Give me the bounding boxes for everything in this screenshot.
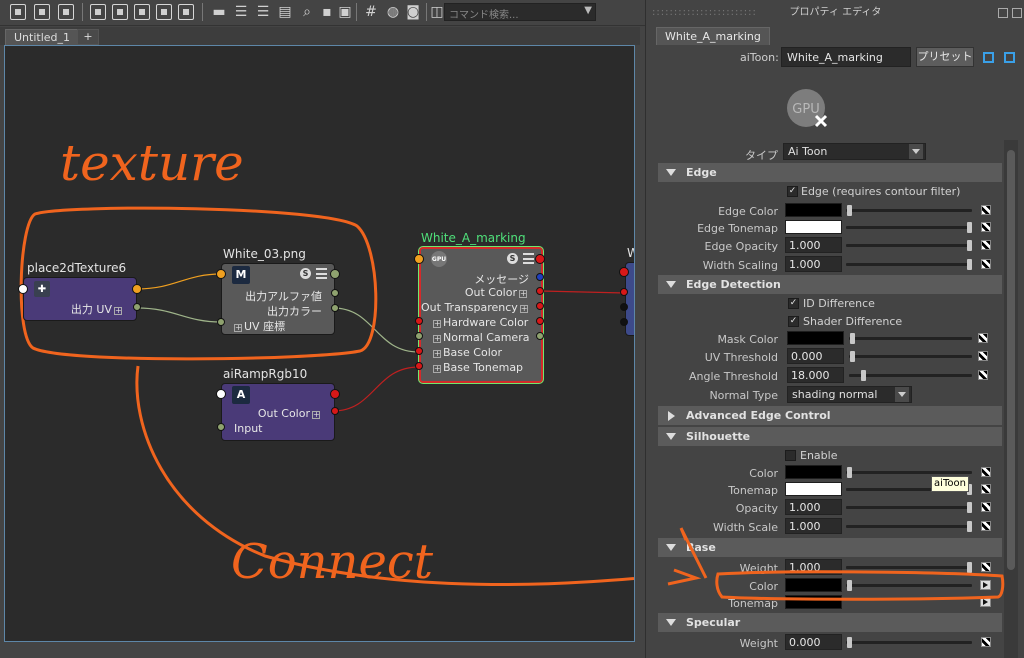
graph-output-icon[interactable] bbox=[58, 4, 74, 20]
port-white03-uv[interactable] bbox=[217, 318, 225, 326]
camera-icon[interactable]: ◙ bbox=[404, 3, 422, 21]
port-place2d-message[interactable] bbox=[18, 284, 28, 294]
layout-icon[interactable] bbox=[112, 4, 128, 20]
port-toon-in-message[interactable] bbox=[414, 254, 424, 264]
port-white03-out-color[interactable] bbox=[331, 304, 339, 312]
port-label-ramp-out-color: Out Color + bbox=[257, 407, 320, 420]
property-editor: :::::::::::::::::::::::: プロパティ エディタ Whit… bbox=[645, 0, 1024, 658]
tooltip: aiToon bbox=[931, 476, 969, 492]
node-editor-canvas[interactable]: texture Connect place2dTexture6 ✚ 出力 UV +… bbox=[4, 45, 635, 642]
place2d-icon: ✚ bbox=[34, 281, 50, 297]
port-place2d-out-uv[interactable] bbox=[133, 303, 141, 311]
port-toon-out[interactable] bbox=[535, 254, 545, 264]
pin-icon[interactable] bbox=[178, 4, 194, 20]
port-label-out-color: 出力カラー bbox=[267, 305, 322, 318]
port-label-out-uv: 出力 UV + bbox=[70, 303, 122, 316]
port-sg-volume[interactable] bbox=[620, 303, 628, 311]
connection-ramp-tonemap bbox=[332, 366, 420, 412]
port-label-hardware-color: + Hardware Color bbox=[433, 316, 529, 329]
toolbar-separator bbox=[82, 3, 83, 21]
node-title-white03: White_03.png bbox=[223, 247, 306, 261]
node-menu-icon[interactable] bbox=[316, 268, 327, 279]
toolbar-separator bbox=[426, 3, 427, 21]
grid-icon[interactable]: # bbox=[362, 3, 380, 21]
annotation-arrow-head bbox=[667, 568, 702, 586]
toolbar: ▬ ☰ ☰ ▤ ⌕ ▪ ▣ # ◍ ◙ ◫ コマンド検索... ▼ bbox=[0, 0, 645, 26]
port-white03-out-alpha[interactable] bbox=[331, 289, 339, 297]
port-ramp-out-color[interactable] bbox=[331, 407, 339, 415]
swatch-icon[interactable]: ▪ bbox=[318, 3, 336, 21]
node-menu-icon[interactable] bbox=[523, 253, 534, 264]
swatch-toggle-icon[interactable]: S bbox=[300, 268, 311, 279]
connection-uv-coord bbox=[136, 307, 222, 323]
node-title-ramp: aiRampRgb10 bbox=[223, 367, 308, 381]
node-aitoon[interactable]: GPU S メッセージ Out Color + Out Transparency +… bbox=[419, 247, 543, 383]
port-toon-message[interactable] bbox=[536, 273, 544, 281]
port-label-ramp-input: Input bbox=[234, 422, 263, 435]
search-icon[interactable]: ⌕ bbox=[298, 3, 316, 21]
port-label-uv-coord: + UV 座標 bbox=[234, 320, 286, 333]
editor-tabbar: Untitled_1 + bbox=[0, 27, 640, 45]
texture-icon: M bbox=[232, 266, 250, 284]
node-ramp[interactable]: A Out Color + Input bbox=[221, 383, 335, 441]
port-ramp-out[interactable] bbox=[330, 389, 340, 399]
port-label-base-tonemap: + Base Tonemap bbox=[433, 361, 524, 374]
connected-mode-icon[interactable]: ☰ bbox=[232, 3, 250, 21]
full-mode-icon[interactable]: ☰ bbox=[254, 3, 272, 21]
port-ramp-input[interactable] bbox=[217, 423, 225, 431]
node-title-toon: White_A_marking bbox=[421, 231, 526, 245]
port-toon-hardware-color[interactable] bbox=[415, 317, 423, 325]
command-search-input[interactable]: コマンド検索... ▼ bbox=[444, 3, 596, 21]
port-toon-base-color[interactable] bbox=[415, 347, 423, 355]
ramp-icon: A bbox=[232, 386, 250, 404]
port-toon-out-color[interactable] bbox=[536, 287, 544, 295]
add-tab-button[interactable]: + bbox=[77, 29, 99, 45]
swatch-toggle-icon[interactable]: S bbox=[507, 253, 518, 264]
maya-window: ▬ ☰ ☰ ▤ ⌕ ▪ ▣ # ◍ ◙ ◫ コマンド検索... ▼ Untitl… bbox=[0, 0, 1024, 658]
simple-mode-icon[interactable]: ▬ bbox=[210, 3, 228, 21]
port-sg-displacement[interactable] bbox=[620, 318, 628, 326]
port-place2d-out-uv-alpha[interactable] bbox=[132, 284, 142, 294]
port-toon-out-transparency[interactable] bbox=[536, 302, 544, 310]
frame-all-icon[interactable] bbox=[90, 4, 106, 20]
node-file-texture[interactable]: M S 出力アルファ値 出力カラー + UV 座標 bbox=[221, 263, 335, 335]
image-icon[interactable]: ▣ bbox=[336, 3, 354, 21]
port-sg-surface[interactable] bbox=[620, 288, 628, 296]
custom-mode-icon[interactable]: ▤ bbox=[276, 3, 294, 21]
add-selected-icon[interactable] bbox=[134, 4, 150, 20]
port-toon-hardware-out[interactable] bbox=[536, 317, 544, 325]
annotation-texture: texture bbox=[60, 134, 244, 192]
tab-untitled[interactable]: Untitled_1 bbox=[5, 29, 80, 45]
graph-both-icon[interactable] bbox=[34, 4, 50, 20]
port-label-normal-camera: + Normal Camera bbox=[433, 331, 530, 344]
port-white03-message-out[interactable] bbox=[330, 269, 340, 279]
port-toon-normal-camera[interactable] bbox=[415, 332, 423, 340]
node-place2dtexture[interactable]: ✚ 出力 UV + bbox=[23, 277, 137, 321]
port-label-base-color: + Base Color bbox=[433, 346, 503, 359]
port-label-out-transparency: Out Transparency + bbox=[421, 301, 528, 314]
connection-outcolor bbox=[540, 290, 626, 294]
search-placeholder: コマンド検索... bbox=[449, 10, 519, 21]
port-white03-in-message[interactable] bbox=[216, 269, 226, 279]
toolbar-separator bbox=[356, 3, 357, 21]
port-toon-normal-out[interactable] bbox=[536, 332, 544, 340]
port-toon-base-tonemap[interactable] bbox=[415, 362, 423, 370]
annotation-connect: Connect bbox=[231, 534, 434, 590]
port-ramp-message[interactable] bbox=[216, 389, 226, 399]
port-label-out-alpha: 出力アルファ値 bbox=[245, 290, 322, 303]
snap-icon[interactable]: ◍ bbox=[384, 3, 402, 21]
port-sg-in[interactable] bbox=[619, 267, 629, 277]
chevron-down-icon[interactable]: ▼ bbox=[584, 5, 592, 16]
gpu-x-icon: GPU bbox=[431, 251, 447, 267]
port-label-message: メッセージ bbox=[474, 273, 529, 286]
remove-selected-icon[interactable] bbox=[156, 4, 172, 20]
node-title-partial: W bbox=[627, 246, 634, 260]
toolbar-separator bbox=[202, 3, 203, 21]
annotation-box-base-color bbox=[715, 570, 1005, 601]
node-title-place2d: place2dTexture6 bbox=[27, 261, 127, 275]
port-label-toon-out-color: Out Color + bbox=[464, 286, 527, 299]
connection-uv-alpha bbox=[136, 273, 222, 290]
graph-input-icon[interactable] bbox=[10, 4, 26, 20]
annotation-overlay bbox=[667, 527, 1005, 601]
